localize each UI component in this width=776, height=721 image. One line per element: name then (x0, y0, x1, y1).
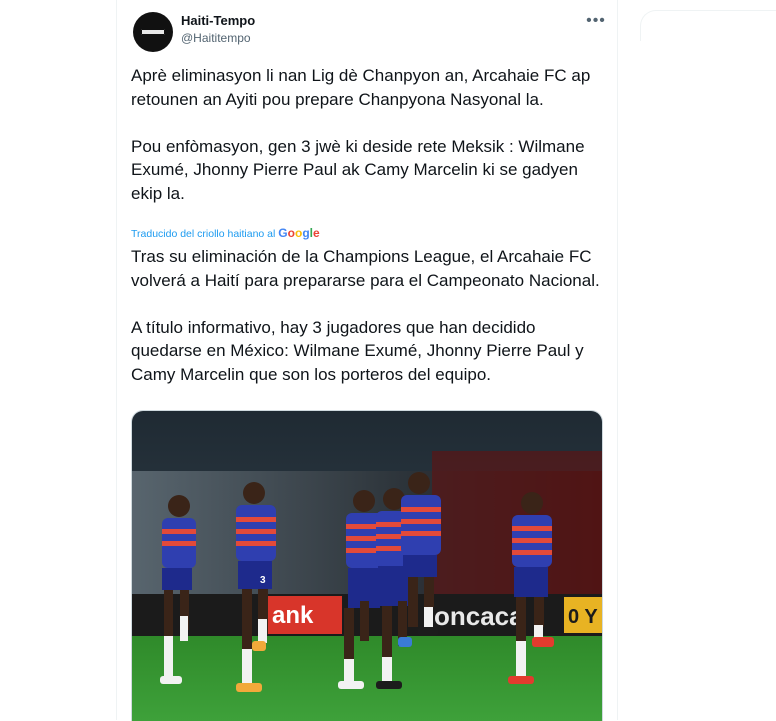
tweet-photo[interactable]: ank oncaca 0 Y 3 (131, 410, 603, 721)
author-handle[interactable]: @Haititempo (181, 31, 251, 45)
shirt-number: 3 (260, 575, 266, 586)
ad-board-left: ank (272, 602, 314, 629)
avatar[interactable] (133, 12, 173, 52)
team-photo-icon: ank oncaca 0 Y 3 (132, 411, 602, 721)
ad-board-far-right: 0 Y (568, 606, 598, 628)
more-horizontal-icon[interactable]: ••• (585, 11, 607, 31)
author-name[interactable]: Haiti-Tempo (181, 13, 255, 28)
left-gutter (0, 0, 116, 720)
translation-attribution[interactable]: Traducido del criollo haitiano al Google (131, 226, 320, 240)
tweet-translated-text: Tras su eliminación de la Champions Leag… (131, 247, 600, 384)
translated-by-label: Traducido del criollo haitiano al (131, 228, 276, 240)
logo-mark-icon (141, 29, 165, 35)
right-sidebar (640, 0, 776, 720)
ad-board-right: oncaca (434, 601, 524, 631)
tweet-original-text: Aprè eliminasyon li nan Lig dè Chanpyon … (131, 66, 591, 203)
sidebar-card-edge (640, 10, 776, 41)
google-logo: Google (278, 226, 320, 240)
